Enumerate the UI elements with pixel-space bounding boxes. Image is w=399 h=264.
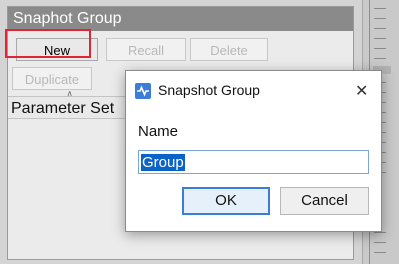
name-input-value[interactable]: Group <box>141 154 185 171</box>
duplicate-button[interactable]: Duplicate <box>12 67 92 90</box>
panel-title: Snaphot Group <box>8 7 353 31</box>
new-button-highlight <box>5 29 91 58</box>
dialog-title-bar[interactable]: Snapshot Group ✕ <box>126 71 381 107</box>
cancel-button[interactable]: Cancel <box>280 187 369 215</box>
close-icon[interactable]: ✕ <box>355 81 368 101</box>
parameter-set-column-header[interactable]: Parameter Set <box>8 96 125 119</box>
snapshot-group-dialog: Snapshot Group ✕ Name Group OK Cancel <box>125 70 382 232</box>
recall-button[interactable]: Recall <box>106 38 186 61</box>
dialog-title: Snapshot Group <box>158 82 260 98</box>
ok-button[interactable]: OK <box>182 187 270 215</box>
app-icon <box>135 83 151 99</box>
delete-button[interactable]: Delete <box>190 38 268 61</box>
name-input[interactable]: Group <box>138 150 369 174</box>
name-label: Name <box>138 123 179 140</box>
